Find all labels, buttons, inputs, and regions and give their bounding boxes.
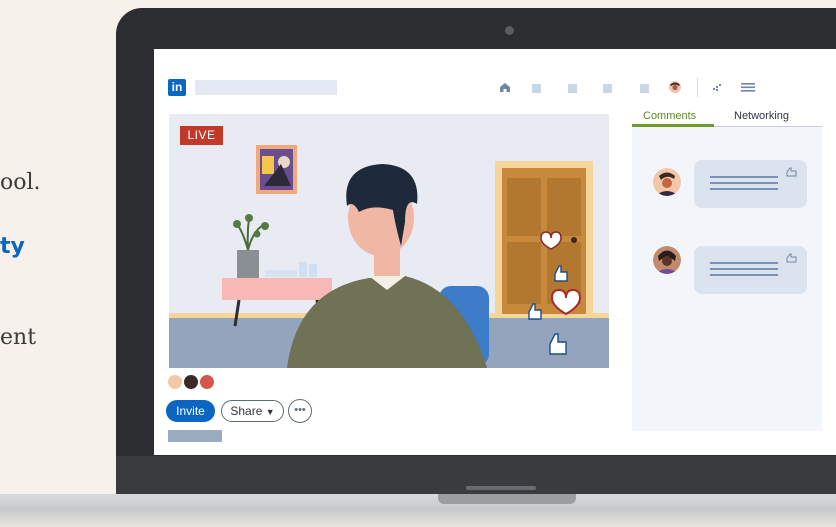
comment-text-line — [710, 268, 778, 270]
comment-text-line — [710, 176, 778, 178]
share-label: Share — [230, 404, 263, 418]
jobs-icon[interactable] — [568, 84, 577, 93]
placeholder-bar — [168, 430, 222, 442]
live-badge: LIVE — [180, 126, 223, 145]
home-icon[interactable] — [498, 80, 512, 94]
me-avatar-icon[interactable] — [668, 80, 682, 94]
comment-text-line — [710, 188, 778, 190]
commenter-avatar[interactable] — [653, 168, 681, 196]
notifications-icon[interactable] — [640, 84, 649, 93]
video-scene — [169, 145, 609, 368]
laptop-shadow — [0, 510, 836, 527]
work-icon[interactable] — [710, 80, 724, 94]
comment-text-line — [710, 274, 778, 276]
like-icon[interactable] — [786, 252, 798, 264]
comment-text-line — [710, 182, 778, 184]
like-icon[interactable] — [786, 166, 798, 178]
chevron-down-icon: ▼ — [265, 407, 275, 417]
participant-avatar[interactable] — [167, 374, 183, 390]
laptop-notch — [466, 486, 536, 490]
messaging-icon[interactable] — [603, 84, 612, 93]
invite-button[interactable]: Invite — [166, 400, 215, 422]
commenter-avatar[interactable] — [653, 246, 681, 274]
linkedin-logo[interactable]: in — [168, 79, 186, 96]
nav-divider — [697, 78, 698, 97]
intro-text-fragment-1: ool. — [0, 170, 41, 195]
laptop-hinge — [438, 494, 576, 504]
more-options-button[interactable]: ••• — [288, 399, 312, 423]
tab-comments[interactable]: Comments — [643, 108, 696, 124]
live-video-player[interactable] — [169, 114, 609, 368]
network-icon[interactable] — [532, 84, 541, 93]
comment-text-line — [710, 262, 778, 264]
participant-avatar[interactable] — [199, 374, 215, 390]
participant-avatar[interactable] — [183, 374, 199, 390]
intro-text-fragment-2: ty — [0, 234, 25, 259]
tab-active-indicator — [632, 124, 714, 127]
menu-icon[interactable] — [741, 80, 755, 94]
intro-text-fragment-3: ent — [0, 325, 37, 350]
search-input[interactable] — [195, 80, 337, 95]
camera-icon — [505, 26, 514, 35]
share-button[interactable]: Share ▼ — [221, 400, 284, 422]
comment-bubble — [694, 160, 807, 208]
comment-bubble — [694, 246, 807, 294]
tab-networking[interactable]: Networking — [734, 108, 789, 124]
